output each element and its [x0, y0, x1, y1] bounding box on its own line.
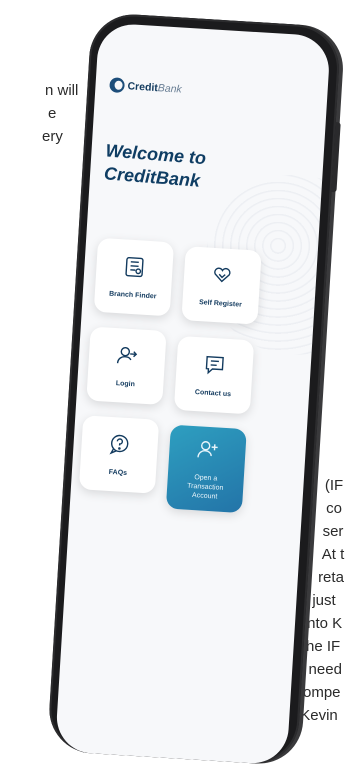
branch-finder-button[interactable]: Branch Finder — [94, 238, 174, 317]
tile-label: FAQs — [109, 467, 128, 477]
tile-label: Self Register — [199, 298, 242, 310]
tile-label: Login — [116, 379, 136, 389]
app-screen: CreditBank Welcome to CreditBank Branch … — [55, 22, 331, 765]
logo-text-primary: Credit — [127, 80, 158, 94]
logo-text: CreditBank — [127, 80, 182, 95]
tile-label: Branch Finder — [109, 289, 157, 301]
faqs-button[interactable]: FAQs — [79, 415, 159, 494]
self-register-button[interactable]: Self Register — [181, 246, 261, 325]
logo-mark-icon — [109, 77, 125, 93]
chat-lines-icon — [202, 352, 228, 382]
welcome-heading: Welcome to CreditBank — [103, 139, 305, 201]
background-article-text-left: n will e ery — [0, 79, 78, 148]
hand-heart-icon — [209, 262, 235, 292]
contact-us-button[interactable]: Contact us — [174, 336, 254, 415]
map-grid-icon — [122, 254, 148, 284]
tile-label: Contact us — [195, 387, 232, 398]
user-plus-icon — [194, 437, 220, 467]
article-line: n will — [0, 79, 78, 102]
question-bubble-icon — [107, 431, 133, 461]
tile-label: Open a Transaction Account — [176, 472, 234, 502]
open-transaction-account-button[interactable]: Open a Transaction Account — [166, 425, 247, 513]
phone-mockup: CreditBank Welcome to CreditBank Branch … — [47, 12, 356, 759]
logo-text-secondary: Bank — [157, 82, 182, 95]
login-button[interactable]: Login — [86, 327, 166, 406]
article-line: e — [0, 102, 78, 125]
creditbank-logo: CreditBank — [109, 77, 182, 96]
article-line: ery — [0, 125, 78, 148]
user-arrow-icon — [114, 343, 140, 373]
